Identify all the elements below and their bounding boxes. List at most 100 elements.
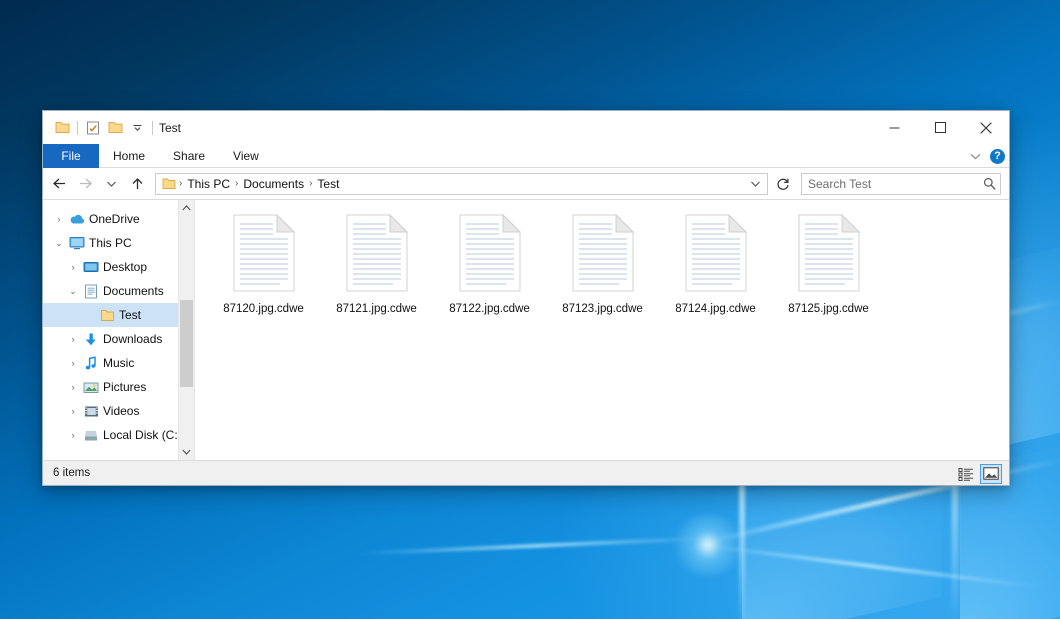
file-list-view[interactable]: 87120.jpg.cdwe 87121.j xyxy=(195,200,1009,460)
chevron-right-icon[interactable]: › xyxy=(65,327,81,351)
properties-icon[interactable] xyxy=(82,117,104,139)
monitor-icon xyxy=(67,231,87,255)
file-name: 87123.jpg.cdwe xyxy=(562,303,643,315)
scroll-up-icon[interactable] xyxy=(179,200,194,216)
file-name: 87125.jpg.cdwe xyxy=(788,303,869,315)
sidebar-item-onedrive[interactable]: › OneDrive xyxy=(43,207,194,231)
sidebar-item-pictures[interactable]: › Pictures xyxy=(43,375,194,399)
tab-home[interactable]: Home xyxy=(99,144,159,168)
window-controls xyxy=(871,111,1009,144)
chevron-right-icon[interactable]: › xyxy=(65,399,81,423)
file-item[interactable]: 87120.jpg.cdwe xyxy=(207,210,320,328)
chevron-down-icon[interactable] xyxy=(745,174,765,194)
sidebar-item-label: This PC xyxy=(87,236,132,250)
videos-icon xyxy=(81,399,101,423)
chevron-down-icon[interactable] xyxy=(966,153,984,160)
folder-tree: › OneDrive ⌄ xyxy=(43,200,194,447)
chevron-right-icon[interactable]: › xyxy=(65,423,81,447)
forward-button[interactable] xyxy=(73,172,97,196)
recent-locations-button[interactable] xyxy=(99,172,123,196)
sidebar-item-label: OneDrive xyxy=(87,212,140,226)
qat-title-separator xyxy=(152,121,153,135)
file-item[interactable]: 87124.jpg.cdwe xyxy=(659,210,772,328)
sidebar-item-label: Music xyxy=(101,356,134,370)
music-icon xyxy=(81,351,101,375)
quick-access-toolbar: Test xyxy=(43,117,181,139)
file-grid: 87120.jpg.cdwe 87121.j xyxy=(207,210,997,328)
breadcrumb-item-documents[interactable]: Documents xyxy=(239,177,308,191)
desktop-icon xyxy=(81,255,101,279)
generic-document-icon xyxy=(798,214,860,297)
status-bar: 6 items xyxy=(43,460,1009,485)
up-button[interactable] xyxy=(125,172,149,196)
sidebar-item-music[interactable]: › Music xyxy=(43,351,194,375)
chevron-right-icon[interactable]: › xyxy=(51,207,67,231)
generic-document-icon xyxy=(459,214,521,297)
refresh-icon[interactable] xyxy=(773,174,793,194)
folder-icon xyxy=(97,303,117,327)
chevron-right-icon[interactable]: › xyxy=(65,351,81,375)
file-item[interactable]: 87125.jpg.cdwe xyxy=(772,210,885,328)
sidebar-item-documents[interactable]: ⌄ Documents xyxy=(43,279,194,303)
file-item[interactable]: 87123.jpg.cdwe xyxy=(546,210,659,328)
sidebar-item-this-pc[interactable]: ⌄ This PC xyxy=(43,231,194,255)
download-icon xyxy=(81,327,101,351)
file-name: 87121.jpg.cdwe xyxy=(336,303,417,315)
chevron-down-icon[interactable]: ⌄ xyxy=(51,231,67,255)
window-title: Test xyxy=(159,121,181,135)
generic-document-icon xyxy=(346,214,408,297)
folder-icon[interactable] xyxy=(51,117,73,139)
sidebar-item-downloads[interactable]: › Downloads xyxy=(43,327,194,351)
search-icon[interactable] xyxy=(983,177,996,190)
file-name: 87122.jpg.cdwe xyxy=(449,303,530,315)
sidebar-item-label: Local Disk (C:) xyxy=(101,428,182,442)
sidebar-item-label: Documents xyxy=(101,284,164,298)
sidebar-item-label: Test xyxy=(117,308,141,322)
sidebar-item-test[interactable]: Test xyxy=(43,303,194,327)
ribbon-tab-bar: File Home Share View ? xyxy=(43,144,1009,168)
scrollbar-thumb[interactable] xyxy=(180,300,193,387)
sidebar-item-local-disk-c[interactable]: › Local Disk (C:) xyxy=(43,423,194,447)
address-bar: › This PC › Documents › Test Searc xyxy=(43,168,1009,199)
file-name: 87124.jpg.cdwe xyxy=(675,303,756,315)
drive-icon xyxy=(81,423,101,447)
sidebar-item-label: Downloads xyxy=(101,332,162,346)
tab-view[interactable]: View xyxy=(219,144,273,168)
file-item[interactable]: 87122.jpg.cdwe xyxy=(433,210,546,328)
details-view-button[interactable] xyxy=(955,464,977,484)
breadcrumb-item-this-pc[interactable]: This PC xyxy=(183,177,234,191)
search-input[interactable]: Search Test xyxy=(808,177,983,191)
close-button[interactable] xyxy=(963,111,1009,144)
qat-separator xyxy=(77,121,78,135)
title-bar[interactable]: Test xyxy=(43,111,1009,144)
tab-file[interactable]: File xyxy=(43,144,99,168)
chevron-right-icon[interactable]: › xyxy=(65,375,81,399)
tab-share[interactable]: Share xyxy=(159,144,219,168)
sidebar-item-videos[interactable]: › Videos xyxy=(43,399,194,423)
chevron-down-icon[interactable] xyxy=(126,117,148,139)
ribbon-right-controls: ? xyxy=(966,144,1005,168)
help-icon[interactable]: ? xyxy=(990,149,1005,164)
scroll-down-icon[interactable] xyxy=(179,444,194,460)
sidebar-item-label: Pictures xyxy=(101,380,146,394)
chevron-right-icon[interactable]: › xyxy=(65,255,81,279)
maximize-button[interactable] xyxy=(917,111,963,144)
new-folder-icon[interactable] xyxy=(104,117,126,139)
sidebar-item-label: Desktop xyxy=(101,260,147,274)
folder-icon xyxy=(160,178,178,190)
cloud-icon xyxy=(67,207,87,231)
sidebar-item-desktop[interactable]: › Desktop xyxy=(43,255,194,279)
breadcrumb-bar[interactable]: › This PC › Documents › Test xyxy=(155,173,768,195)
large-icons-view-button[interactable] xyxy=(980,464,1002,484)
file-item[interactable]: 87121.jpg.cdwe xyxy=(320,210,433,328)
search-box[interactable]: Search Test xyxy=(801,173,1001,195)
view-mode-buttons xyxy=(955,461,1002,486)
sidebar-item-label: Videos xyxy=(101,404,139,418)
pictures-icon xyxy=(81,375,101,399)
chevron-down-icon[interactable]: ⌄ xyxy=(65,279,81,303)
breadcrumb-item-test[interactable]: Test xyxy=(313,177,343,191)
minimize-button[interactable] xyxy=(871,111,917,144)
navigation-scrollbar[interactable] xyxy=(178,200,194,460)
scrollbar-track[interactable] xyxy=(179,216,194,444)
back-button[interactable] xyxy=(47,172,71,196)
